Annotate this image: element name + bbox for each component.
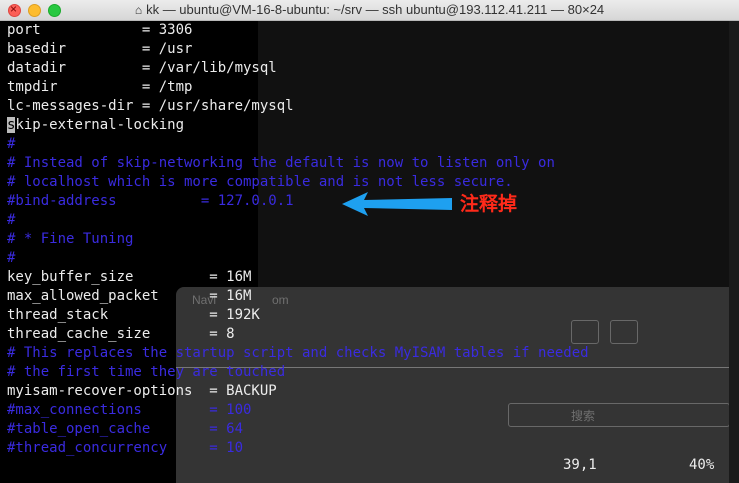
terminal-line: # This replaces the startup script and c… [7, 345, 589, 361]
terminal-line: datadir = /var/lib/mysql [7, 60, 277, 76]
vim-status-bar: 39,1 40% [0, 457, 739, 476]
terminal-line: port = 3306 [7, 22, 193, 38]
terminal-line: # [7, 136, 16, 152]
terminal-line: basedir = /usr [7, 41, 193, 57]
terminal-line: thread_cache_size = 8 [7, 326, 235, 342]
terminal-line: tmpdir = /tmp [7, 79, 193, 95]
terminal-line: # [7, 250, 16, 266]
scrollbar[interactable] [729, 21, 739, 483]
terminal-line: # * Fine Tuning [7, 231, 134, 247]
terminal-content[interactable]: Navi om 搜索 port = 3306 basedir = /usr data… [0, 21, 739, 483]
terminal-line: thread_stack = 192K [7, 307, 260, 323]
home-icon: ⌂ [134, 3, 143, 17]
terminal-line: lc-messages-dir = /usr/share/mysql [7, 98, 294, 114]
terminal-line: skip-external-locking [7, 116, 589, 135]
scroll-percent: 40% [689, 457, 715, 473]
terminal-line: # the first time they are touched [7, 364, 286, 380]
terminal-line-rest: kip-external-locking [15, 117, 185, 133]
ghost-view-toggle-right [610, 320, 638, 344]
arrow-icon [342, 192, 452, 216]
window-title: ⌂ kk — ubuntu@VM-16-8-ubuntu: ~/srv — ssh… [0, 2, 739, 17]
cursor-position: 39,1 [563, 457, 597, 473]
terminal-line: max_allowed_packet = 16M [7, 288, 252, 304]
title-bar[interactable]: ⌂kk — ubuntu@VM-16-8-ubuntu: ~/srv — ssh… [0, 0, 739, 21]
terminal-line: # Instead of skip-networking the default… [7, 155, 555, 171]
annotation-label: 注释掉 [460, 193, 518, 215]
terminal-window: ⌂kk — ubuntu@VM-16-8-ubuntu: ~/srv — ssh… [0, 0, 739, 483]
terminal-line: #table_open_cache = 64 [7, 421, 244, 437]
terminal-text: port = 3306 basedir = /usr datadir = /var/… [7, 21, 589, 458]
terminal-line: #max_connections = 100 [7, 402, 252, 418]
window-title-text: kk — ubuntu@VM-16-8-ubuntu: ~/srv — ssh … [146, 2, 605, 17]
terminal-line: myisam-recover-options = BACKUP [7, 383, 277, 399]
terminal-line: #thread_concurrency = 10 [7, 440, 244, 456]
terminal-line: key_buffer_size = 16M [7, 269, 252, 285]
